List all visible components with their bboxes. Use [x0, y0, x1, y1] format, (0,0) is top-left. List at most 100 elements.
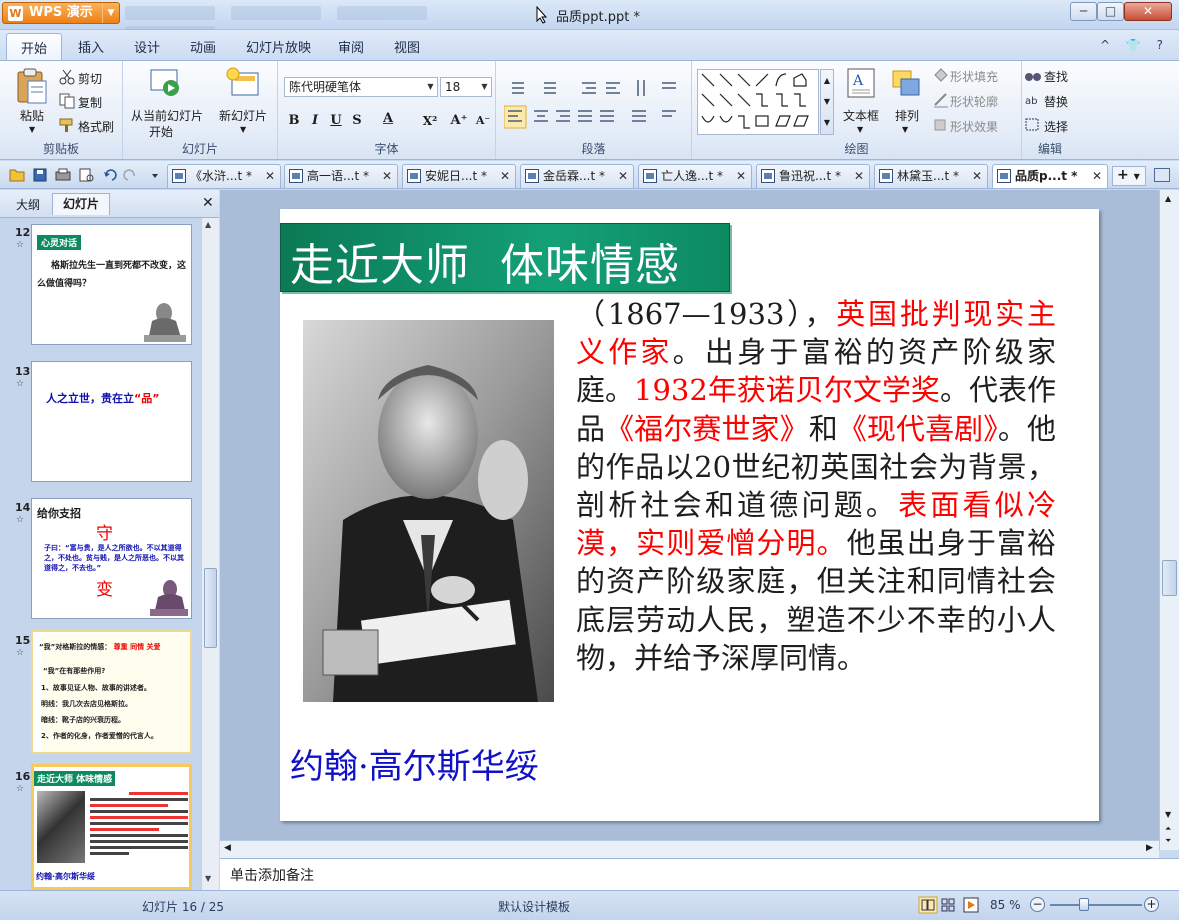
close-icon[interactable]: ✕: [854, 165, 864, 187]
prev-slide-icon[interactable]: ⏶: [1165, 824, 1171, 834]
slide-thumb-16[interactable]: 走近大师 体味情感 约翰·高尔斯华绥: [31, 764, 192, 890]
shape-fill-button[interactable]: 形状填充: [950, 68, 998, 85]
paste-dropdown-icon[interactable]: ▼: [29, 125, 35, 134]
new-tab-button[interactable]: + ▼: [1112, 166, 1146, 186]
close-panel-button[interactable]: ✕: [202, 195, 214, 211]
shrink-font-button[interactable]: A⁻: [472, 111, 494, 131]
font-size-select[interactable]: 18 ▼: [440, 77, 492, 97]
from-current-slide-button[interactable]: 从当前幻灯片: [131, 107, 203, 124]
close-icon[interactable]: ✕: [972, 165, 982, 187]
shape-outline-button[interactable]: 形状轮廓: [950, 93, 998, 110]
wps-menu-button[interactable]: W WPS 演示 ▼: [2, 2, 120, 24]
doc-tab[interactable]: 鲁迅祝...t * ✕: [756, 164, 870, 188]
format-painter-button[interactable]: 格式刷: [78, 118, 114, 135]
superscript-button[interactable]: X²: [418, 111, 442, 131]
find-button[interactable]: 查找: [1044, 68, 1068, 85]
slide-canvas[interactable]: 走近大师 体味情感 （1867—1933），英国批判现实主义作家。出身于富裕的资…: [280, 209, 1099, 821]
new-slide-button[interactable]: 新幻灯片: [219, 107, 267, 124]
paste-icon[interactable]: [14, 67, 50, 105]
grow-font-button[interactable]: A⁺: [448, 111, 470, 131]
close-icon[interactable]: ✕: [382, 165, 392, 187]
notes-pane[interactable]: 单击添加备注: [220, 858, 1179, 890]
italic-button[interactable]: I: [305, 111, 325, 131]
next-slide-icon[interactable]: ⏷: [1165, 836, 1171, 846]
author-name[interactable]: 约翰·高尔斯华绥: [290, 739, 539, 788]
slide-thumb-12[interactable]: 心灵对话 格斯拉先生一直到死都不改变，这么做值得吗？: [31, 224, 192, 345]
font-name-select[interactable]: 陈代明硬笔体 ▼: [284, 77, 438, 97]
textbox-dropdown-icon[interactable]: ▼: [857, 125, 863, 134]
slide-thumb-15[interactable]: “我”对格斯拉的情感： 尊重 同情 关爱 “我”在有那些作用? 1、故事见证人物…: [31, 630, 192, 754]
tab-review[interactable]: 审阅: [338, 37, 364, 56]
maximize-button[interactable]: □: [1097, 2, 1124, 21]
textbox-icon[interactable]: A: [845, 67, 877, 99]
quick-access-toolbar-icon[interactable]: [8, 166, 158, 184]
panel-scrollbar[interactable]: ▲ ▼: [201, 218, 219, 890]
scroll-down-icon[interactable]: ▼: [1165, 810, 1171, 819]
shape-effects-button[interactable]: 形状效果: [950, 118, 998, 135]
portrait-photo[interactable]: [303, 320, 554, 702]
tab-insert[interactable]: 插入: [78, 37, 104, 56]
vertical-scrollbar[interactable]: ▲ ▼ ⏶ ⏷: [1159, 190, 1179, 850]
new-slide-icon[interactable]: [226, 67, 260, 99]
doc-tab[interactable]: 林黛玉...t * ✕: [874, 164, 988, 188]
doc-tab[interactable]: 高一语...t * ✕: [284, 164, 398, 188]
tab-view[interactable]: 视图: [394, 37, 420, 56]
scroll-up-icon[interactable]: ▲: [1165, 194, 1171, 203]
textbox-button[interactable]: 文本框: [843, 107, 879, 124]
zoom-in-button[interactable]: +: [1144, 897, 1159, 912]
close-icon[interactable]: ✕: [265, 165, 275, 187]
horizontal-scrollbar[interactable]: ◀ ▶: [220, 840, 1159, 858]
strikethrough-button[interactable]: S: [347, 111, 367, 131]
doc-tab[interactable]: 《水浒...t * ✕: [167, 164, 281, 188]
arrange-dropdown-icon[interactable]: ▼: [902, 125, 908, 134]
slide-thumb-14[interactable]: 给你支招 守 子曰：“富与贵，是人之所欲也。不以其道得之，不处也。贫与贱，是人之…: [31, 498, 192, 619]
slide-thumb-13[interactable]: 人之立世，贵在立“品”: [31, 361, 192, 482]
help-controls[interactable]: ^ 👕 ?: [1100, 38, 1169, 52]
view-buttons-icon[interactable]: [918, 896, 984, 914]
tab-home[interactable]: 开始: [6, 33, 62, 61]
bold-button[interactable]: B: [284, 111, 304, 131]
shapes-gallery[interactable]: [697, 69, 819, 135]
zoom-slider-track[interactable]: [1050, 904, 1142, 906]
from-current-slide-button-line2[interactable]: 开始: [149, 123, 173, 140]
scroll-up-icon[interactable]: ▲: [205, 220, 211, 229]
play-from-current-icon[interactable]: [149, 67, 183, 97]
copy-button[interactable]: 复制: [78, 94, 102, 111]
zoom-out-button[interactable]: −: [1030, 897, 1045, 912]
paste-button[interactable]: 粘贴: [20, 107, 44, 124]
scroll-right-icon[interactable]: ▶: [1146, 843, 1153, 853]
tab-outline[interactable]: 大纲: [6, 195, 50, 217]
minimize-button[interactable]: ─: [1070, 2, 1097, 21]
zoom-slider-handle[interactable]: [1079, 898, 1089, 911]
tab-slides[interactable]: 幻灯片: [52, 193, 111, 215]
close-icon[interactable]: ✕: [618, 165, 628, 187]
cut-button[interactable]: 剪切: [78, 70, 102, 87]
close-icon[interactable]: ✕: [1092, 165, 1102, 187]
close-icon[interactable]: ✕: [500, 165, 510, 187]
select-button[interactable]: 选择: [1044, 118, 1068, 135]
scroll-down-icon[interactable]: ▼: [205, 874, 211, 883]
tab-animation[interactable]: 动画: [190, 37, 216, 56]
new-slide-dropdown-icon[interactable]: ▼: [240, 125, 246, 134]
slide-title[interactable]: 走近大师 体味情感: [290, 229, 680, 293]
arrange-icon[interactable]: [889, 67, 923, 99]
tab-slideshow[interactable]: 幻灯片放映: [246, 37, 311, 56]
scroll-thumb[interactable]: [204, 568, 217, 648]
chevron-down-icon[interactable]: ▼: [102, 3, 119, 23]
arrange-button[interactable]: 排列: [895, 107, 919, 124]
slide-body-text[interactable]: （1867—1933），英国批判现实主义作家。出身于富裕的资产阶级家庭。1932…: [576, 295, 1056, 677]
doc-tab[interactable]: 金岳霖...t * ✕: [520, 164, 634, 188]
font-color-button[interactable]: A: [378, 109, 398, 129]
doc-tab[interactable]: 亡人逸...t * ✕: [638, 164, 752, 188]
scroll-left-icon[interactable]: ◀: [224, 843, 231, 853]
doc-tab-active[interactable]: 品质p...t * ✕: [992, 164, 1108, 188]
paragraph-tools-icon[interactable]: [504, 78, 694, 138]
notes-placeholder[interactable]: 单击添加备注: [230, 865, 314, 885]
scroll-thumb[interactable]: [1162, 560, 1177, 596]
shapes-gallery-scroll[interactable]: ▲ ▼ ▼: [820, 69, 834, 135]
replace-button[interactable]: 替换: [1044, 93, 1068, 110]
doc-tab[interactable]: 安妮日...t * ✕: [402, 164, 516, 188]
underline-button[interactable]: U: [326, 111, 346, 131]
close-icon[interactable]: ✕: [736, 165, 746, 187]
close-button[interactable]: ✕: [1124, 2, 1172, 21]
